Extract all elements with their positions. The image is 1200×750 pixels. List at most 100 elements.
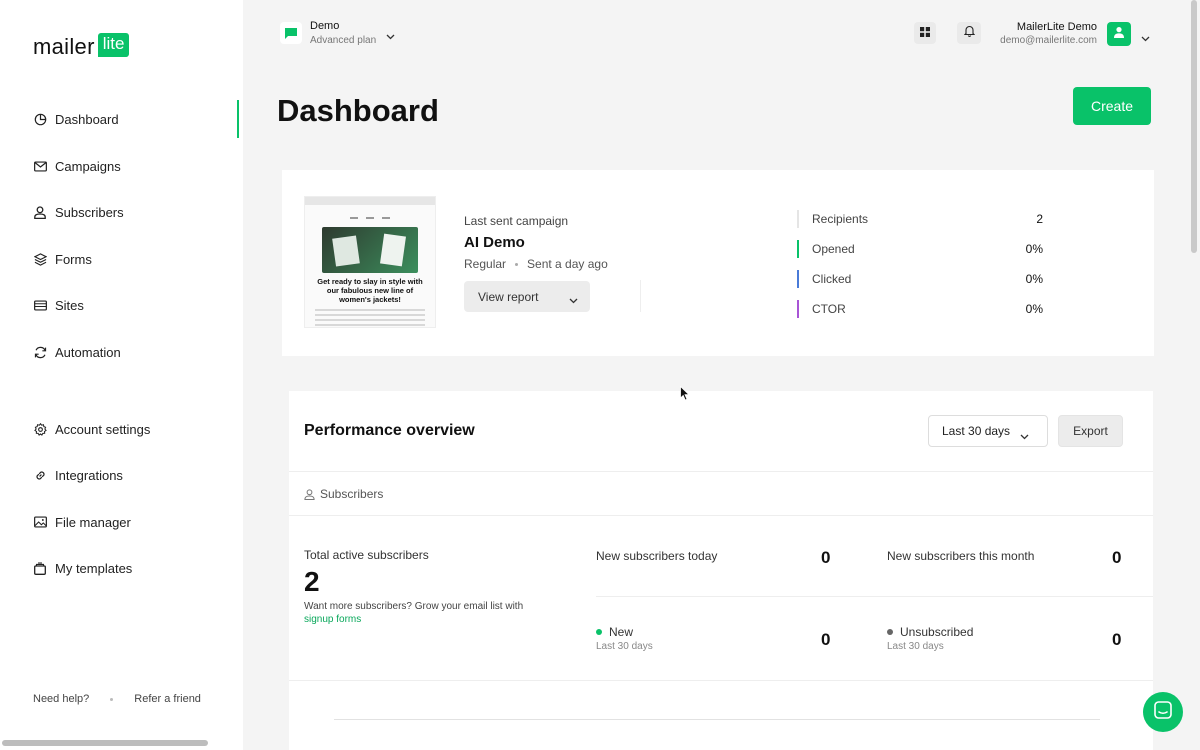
layers-icon [33, 252, 47, 266]
need-help-link[interactable]: Need help? [33, 693, 89, 705]
thumbnail-hero-image [322, 227, 418, 273]
refer-friend-link[interactable]: Refer a friend [134, 693, 201, 705]
unsubscribed-period: Last 30 days [887, 641, 944, 652]
new-today-value: 0 [821, 548, 831, 567]
logo-text: mailer [33, 34, 95, 59]
divider [289, 680, 1153, 681]
campaign-thumbnail[interactable]: Get ready to slay in style with our fabu… [304, 196, 436, 328]
view-report-button[interactable]: View report [464, 281, 590, 312]
gear-icon [33, 422, 47, 436]
thumbnail-headline: Get ready to slay in style with our fabu… [317, 277, 423, 304]
sidebar-item-label: Automation [55, 344, 121, 360]
new-month-label: New subscribers this month [887, 549, 1035, 563]
campaign-type: Regular [464, 257, 507, 271]
sidebar-item-label: Forms [55, 251, 92, 267]
user-icon [33, 205, 47, 219]
divider [289, 515, 1153, 516]
stat-bar [797, 240, 799, 258]
hint-text: Want more subscribers? Grow your email l… [304, 601, 524, 612]
stat-label: Opened [812, 242, 855, 256]
view-report-label: View report [478, 289, 539, 304]
subscribers-section-label: Subscribers [304, 487, 383, 501]
link-icon [33, 468, 47, 482]
campaign-name[interactable]: AI Demo [464, 234, 525, 251]
gray-dot-icon [887, 628, 893, 635]
new-label: New [596, 625, 633, 639]
divider [640, 280, 641, 312]
sidebar-item-label: Sites [55, 297, 84, 313]
chat-icon [1154, 700, 1172, 724]
signup-forms-link[interactable]: signup forms [304, 614, 361, 625]
template-icon [33, 561, 47, 575]
sidebar-item-label: Campaigns [55, 158, 121, 174]
workspace-plan: Advanced plan [310, 35, 377, 46]
stat-bar [797, 210, 799, 228]
browser-icon [33, 298, 47, 312]
sidebar-item-file-manager[interactable]: File manager [0, 499, 243, 545]
chevron-down-icon [1020, 429, 1029, 443]
sidebar: mailer lite Dashboard Campaigns Subscrib… [0, 0, 243, 750]
subscribers-label-text: Subscribers [320, 487, 384, 501]
stat-clicked: Clicked 0% [797, 270, 1043, 288]
sidebar-item-subscribers[interactable]: Subscribers [0, 189, 243, 235]
stat-value: 0% [1025, 272, 1043, 286]
horizontal-scrollbar[interactable] [2, 740, 208, 746]
sidebar-item-sites[interactable]: Sites [0, 282, 243, 328]
sidebar-item-automation[interactable]: Automation [0, 329, 243, 375]
dashboard-icon [33, 112, 47, 126]
last-campaign-card: Get ready to slay in style with our fabu… [282, 170, 1154, 356]
top-bar: Demo Advanced plan MailerLite Demo demo@… [243, 0, 1200, 70]
workspace-chat-icon[interactable] [280, 22, 302, 44]
stat-label: Recipients [812, 212, 869, 226]
thumbnail-header [305, 197, 435, 205]
date-range-select[interactable]: Last 30 days [928, 415, 1048, 447]
thumbnail-body-text [315, 309, 425, 326]
stat-bar [797, 270, 799, 288]
date-range-label: Last 30 days [942, 424, 1011, 438]
page-title: Dashboard [277, 93, 439, 128]
sidebar-item-account-settings[interactable]: Account settings [0, 406, 243, 452]
performance-title: Performance overview [304, 422, 475, 439]
mailerlite-logo[interactable]: mailer lite [33, 33, 130, 60]
sidebar-item-my-templates[interactable]: My templates [0, 545, 243, 591]
new-month-value: 0 [1112, 548, 1122, 567]
unsubscribed-value: 0 [1112, 630, 1122, 649]
thumbnail-nav [305, 217, 435, 219]
campaign-sent-time: Sent a day ago [527, 257, 608, 271]
sidebar-item-campaigns[interactable]: Campaigns [0, 143, 243, 189]
user-name[interactable]: MailerLite Demo [1017, 21, 1097, 33]
logo-badge: lite [97, 33, 130, 57]
green-dot-icon [596, 628, 602, 635]
chat-support-button[interactable] [1143, 692, 1183, 732]
chevron-down-icon[interactable] [1141, 29, 1150, 47]
grid-icon [920, 24, 930, 42]
user-email: demo@mailerlite.com [1000, 35, 1097, 46]
stat-ctor: CTOR 0% [797, 300, 1043, 318]
sidebar-item-label: Integrations [55, 467, 123, 483]
apps-grid-button[interactable] [914, 22, 936, 44]
stat-opened: Opened 0% [797, 240, 1043, 258]
stat-value: 0% [1025, 242, 1043, 256]
stat-recipients: Recipients 2 [797, 210, 1043, 228]
performance-overview-card: Performance overview Last 30 days Export… [289, 391, 1153, 750]
new-today-label: New subscribers today [596, 549, 718, 563]
sidebar-item-forms[interactable]: Forms [0, 236, 243, 282]
chevron-down-icon [569, 293, 578, 307]
last-sent-campaign-label: Last sent campaign [464, 214, 569, 228]
image-icon [33, 515, 47, 529]
vertical-scrollbar[interactable] [1191, 0, 1197, 253]
sidebar-item-label: Account settings [55, 421, 151, 437]
grow-list-hint: Want more subscribers? Grow your email l… [304, 600, 554, 626]
export-button[interactable]: Export [1058, 415, 1123, 447]
notifications-button[interactable] [957, 22, 981, 44]
sidebar-item-label: Subscribers [55, 204, 124, 220]
user-icon [304, 488, 315, 500]
create-button[interactable]: Create [1073, 87, 1151, 125]
sidebar-footer: Need help? Refer a friend [33, 693, 201, 705]
chevron-down-icon[interactable] [386, 27, 395, 45]
sidebar-item-dashboard[interactable]: Dashboard [0, 96, 243, 142]
avatar[interactable] [1107, 22, 1131, 46]
sidebar-item-integrations[interactable]: Integrations [0, 452, 243, 498]
new-value: 0 [821, 630, 831, 649]
workspace-name[interactable]: Demo [310, 20, 339, 32]
